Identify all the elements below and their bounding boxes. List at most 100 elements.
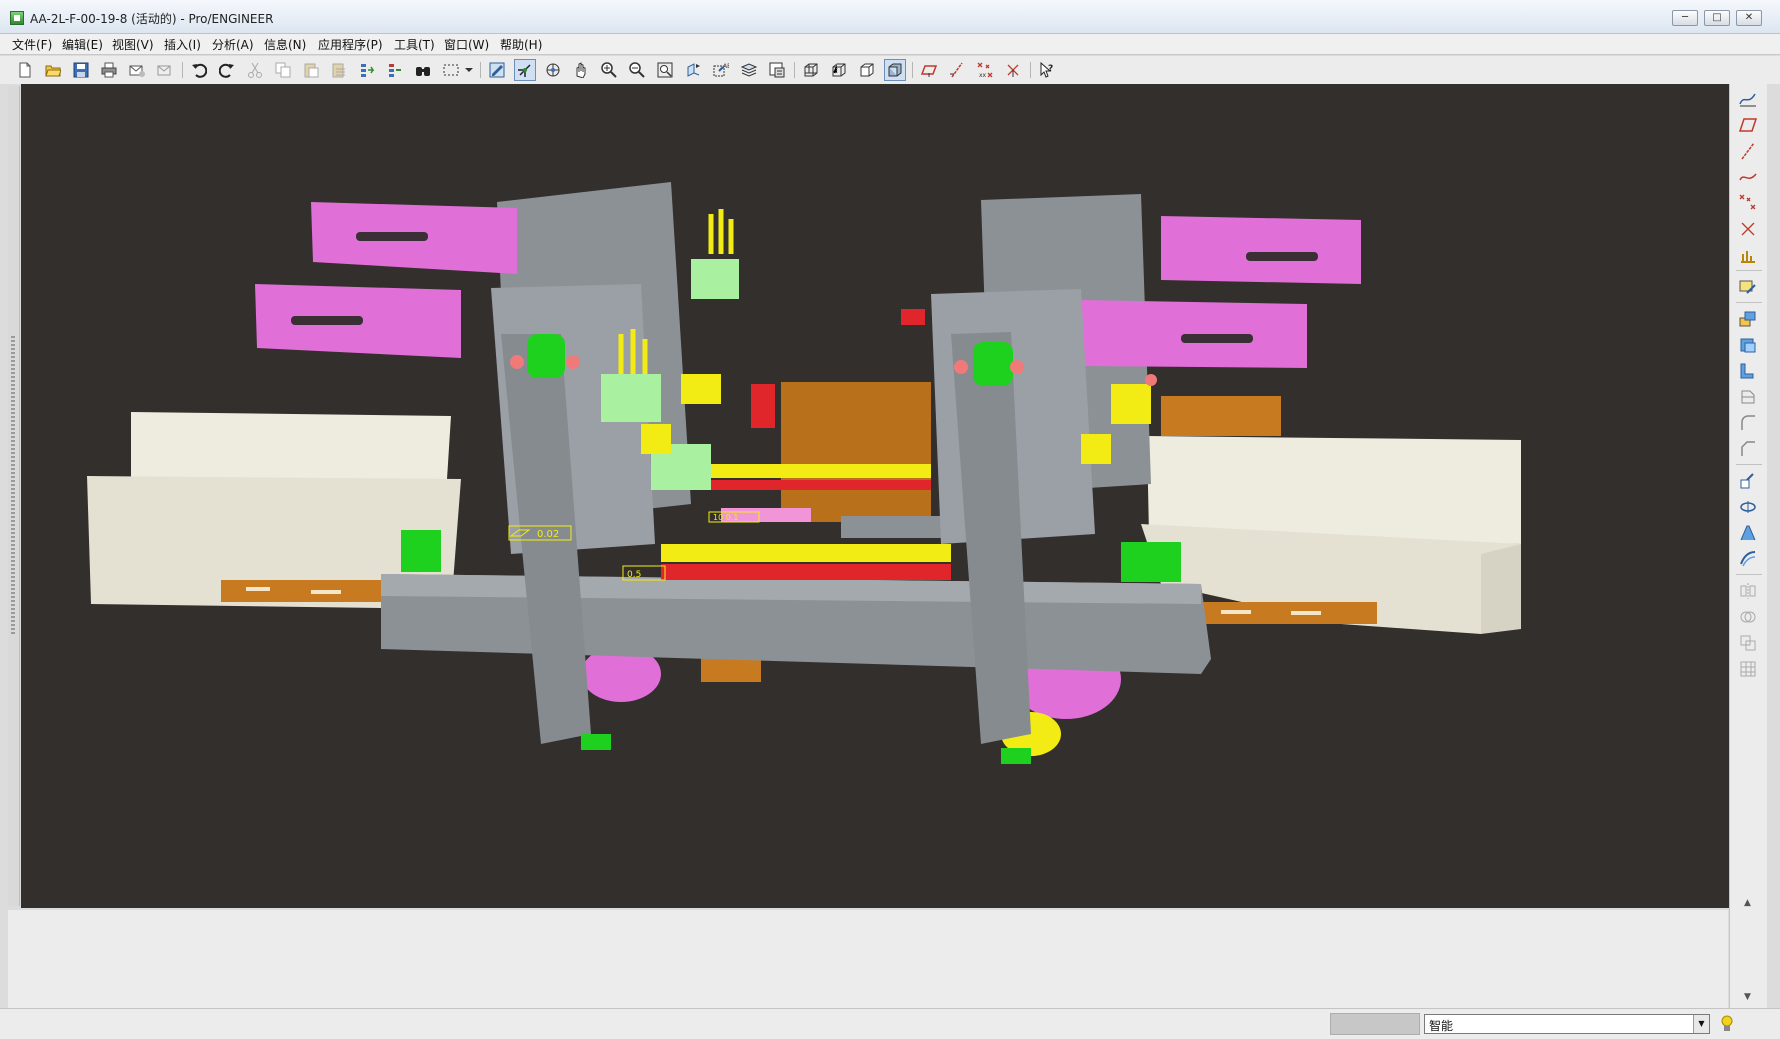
- zoom-in-icon[interactable]: [598, 59, 620, 81]
- orient-mode-icon[interactable]: [542, 59, 564, 81]
- svg-text:0.02: 0.02: [537, 529, 559, 540]
- layers-icon[interactable]: [738, 59, 760, 81]
- mirror-icon[interactable]: [1737, 580, 1761, 602]
- menu-help[interactable]: 帮助(H): [500, 36, 542, 53]
- revolve-icon[interactable]: [1737, 334, 1761, 356]
- datum-points-icon[interactable]: xx: [974, 59, 996, 81]
- toolbar-separator: [1736, 574, 1762, 575]
- selection-filter-select[interactable]: 智能 ▼: [1424, 1014, 1710, 1034]
- orange-block-right: [1161, 396, 1281, 436]
- cad-assembly-model: 0.02 10 0.1 0.5: [87, 182, 1521, 764]
- sash-grip[interactable]: [11, 336, 15, 636]
- chamfer-icon[interactable]: [1737, 438, 1761, 460]
- arm-slot: [291, 316, 363, 325]
- arm-slot: [356, 232, 428, 241]
- datum-plane-icon[interactable]: [1737, 114, 1761, 136]
- sketch-tool-icon[interactable]: [1737, 276, 1761, 298]
- menu-analysis[interactable]: 分析(A): [212, 36, 254, 53]
- graphics-window[interactable]: 0.02 10 0.1 0.5: [21, 84, 1729, 908]
- reorient-icon[interactable]: [682, 59, 704, 81]
- repaint-icon[interactable]: [486, 59, 508, 81]
- green-bushing-right: [973, 342, 1013, 386]
- menu-view[interactable]: 视图(V): [112, 36, 154, 53]
- svg-text:10 0.1: 10 0.1: [713, 513, 738, 522]
- undo-icon[interactable]: [188, 59, 210, 81]
- regen-manager-icon[interactable]: [384, 59, 406, 81]
- menu-applications[interactable]: 应用程序(P): [318, 36, 383, 53]
- shading-icon[interactable]: [884, 59, 906, 81]
- maximize-button[interactable]: □: [1704, 10, 1730, 26]
- datum-axes-icon[interactable]: [946, 59, 968, 81]
- select-box-icon[interactable]: [440, 59, 476, 81]
- menu-info[interactable]: 信息(N): [264, 36, 306, 53]
- svg-text:xx: xx: [979, 72, 987, 78]
- copy-icon[interactable]: [272, 59, 294, 81]
- svg-text:AB: AB: [723, 63, 729, 70]
- paste-icon[interactable]: [300, 59, 322, 81]
- extrude-icon[interactable]: [1737, 308, 1761, 330]
- find-icon[interactable]: [412, 59, 434, 81]
- minimize-button[interactable]: ─: [1672, 10, 1698, 26]
- yellow-block: [1111, 384, 1151, 424]
- datum-point-icon[interactable]: [1737, 192, 1761, 214]
- regenerate-icon[interactable]: [356, 59, 378, 81]
- chevron-down-icon[interactable]: ▼: [1693, 1015, 1709, 1033]
- menu-tools[interactable]: 工具(T): [394, 36, 435, 53]
- yellow-block: [641, 424, 671, 454]
- send-mail-alt-icon[interactable]: [154, 59, 176, 81]
- sweep-icon[interactable]: [1737, 360, 1761, 382]
- print-icon[interactable]: [98, 59, 120, 81]
- intersect-icon[interactable]: [1737, 632, 1761, 654]
- model-tree-collapse-strip[interactable]: [8, 86, 20, 906]
- csys-icon[interactable]: [1002, 59, 1024, 81]
- rib-icon[interactable]: [1737, 522, 1761, 544]
- yellow-rod: [661, 544, 951, 562]
- cut-icon[interactable]: [244, 59, 266, 81]
- menu-edit[interactable]: 编辑(E): [62, 36, 103, 53]
- redo-icon[interactable]: [216, 59, 238, 81]
- round-icon[interactable]: [1737, 412, 1761, 434]
- style-icon[interactable]: [1737, 548, 1761, 570]
- toolbar-separator: [1736, 464, 1762, 465]
- open-icon[interactable]: [42, 59, 64, 81]
- menu-window[interactable]: 窗口(W): [444, 36, 489, 53]
- no-hidden-icon[interactable]: [856, 59, 878, 81]
- merge-icon[interactable]: [1737, 606, 1761, 628]
- paste-special-icon[interactable]: [328, 59, 350, 81]
- orange-block-center: [781, 382, 931, 522]
- send-mail-icon[interactable]: [126, 59, 148, 81]
- zoom-out-icon[interactable]: [626, 59, 648, 81]
- toolbar-separator: [912, 62, 913, 78]
- sketch-datum-curve-icon[interactable]: [1737, 88, 1761, 110]
- datum-curve-icon[interactable]: [1737, 166, 1761, 188]
- hidden-line-icon[interactable]: [828, 59, 850, 81]
- saved-views-icon[interactable]: AB: [710, 59, 732, 81]
- lightbulb-icon[interactable]: [1720, 1014, 1734, 1034]
- view-manager-icon[interactable]: [766, 59, 788, 81]
- spin-center-icon[interactable]: [514, 59, 536, 81]
- save-icon[interactable]: [70, 59, 92, 81]
- toolbar-separator: [1736, 270, 1762, 271]
- right-orange-rail: [1187, 602, 1377, 624]
- menu-file[interactable]: 文件(F): [12, 36, 52, 53]
- clamp-block: [691, 259, 739, 299]
- scroll-up-icon[interactable]: ▲: [1744, 898, 1751, 908]
- new-icon[interactable]: [14, 59, 36, 81]
- context-help-icon[interactable]: ?: [1036, 59, 1058, 81]
- wireframe-icon[interactable]: [800, 59, 822, 81]
- shell-icon[interactable]: [1737, 496, 1761, 518]
- scroll-down-icon[interactable]: ▼: [1744, 992, 1751, 1002]
- analysis-feature-icon[interactable]: [1737, 244, 1761, 266]
- draft-icon[interactable]: [1737, 470, 1761, 492]
- refit-icon[interactable]: [654, 59, 676, 81]
- close-button[interactable]: ✕: [1736, 10, 1762, 26]
- blend-icon[interactable]: [1737, 386, 1761, 408]
- datum-axis-icon[interactable]: [1737, 140, 1761, 162]
- menu-insert[interactable]: 插入(I): [164, 36, 201, 53]
- right-cover-panel-edge: [1481, 544, 1521, 634]
- pan-icon[interactable]: [570, 59, 592, 81]
- datum-planes-icon[interactable]: [918, 59, 940, 81]
- green-foot-right: [1001, 748, 1031, 764]
- csys-icon[interactable]: [1737, 218, 1761, 240]
- pattern-icon[interactable]: [1737, 658, 1761, 680]
